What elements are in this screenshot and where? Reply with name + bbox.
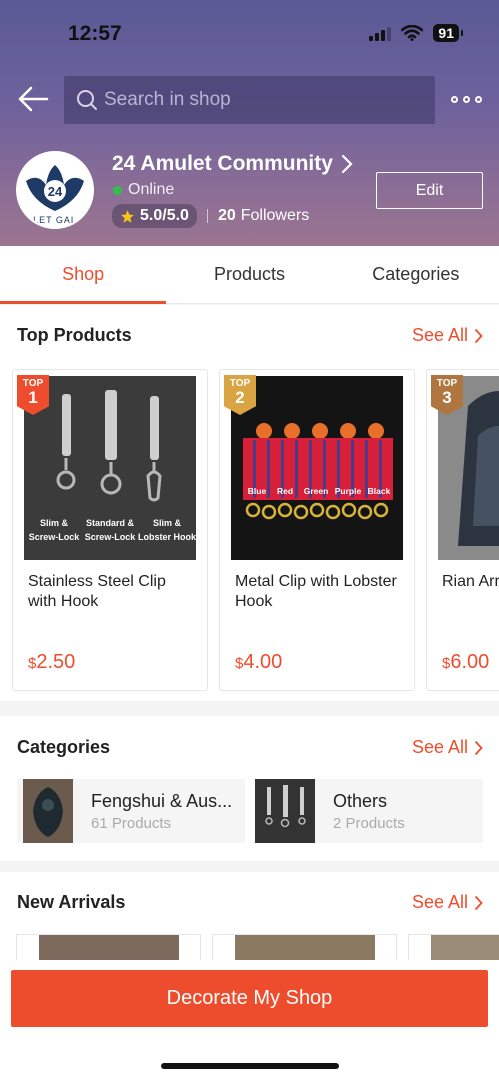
category-item[interactable]: Fengshui & Aus... 61 Products [17,779,245,843]
shop-tabs: Shop Products Categories [0,246,499,304]
category-count: 2 Products [333,814,405,832]
product-name: Metal Clip with Lobster Hook [235,573,397,610]
tab-products[interactable]: Products [166,246,332,303]
product-price: $6.00 [442,651,489,674]
shop-logo-graphic: 24 LET GAL [18,153,92,227]
shop-name-text: 24 Amulet Community [112,152,333,175]
home-indicator [161,1063,339,1069]
svg-text:Red: Red [277,486,293,496]
signal-icon [369,25,392,41]
product-name: Stainless Steel Clip with Hook [28,573,166,610]
top-products-section: Top Products See All TOP 1 Slim & Screw-… [0,305,499,701]
search-icon [77,90,97,110]
price-value: 4.00 [243,651,283,673]
online-dot-icon [113,185,122,195]
see-all-link[interactable]: See All [412,892,483,913]
product-price: $2.50 [28,651,75,674]
svg-text:Slim &: Slim & [153,518,182,528]
wifi-icon [401,25,424,41]
category-item[interactable]: Others 2 Products [255,779,483,843]
section-title: Top Products [17,325,132,345]
rating-value: 5.0/5.0 [140,207,189,224]
categories-list: Fengshui & Aus... 61 Products Others 2 P… [17,779,483,843]
divider [206,209,208,223]
online-status: Online [113,181,174,199]
shop-stats: 5.0/5.0 20 Followers [112,204,309,228]
svg-text:Slim &: Slim & [40,518,69,528]
new-arrivals-section: New Arrivals See All [0,872,499,994]
product-card[interactable]: TOP 2 Blue Red Green Purple Black Metal … [219,369,415,691]
rank-badge-label: TOP [436,378,458,389]
tab-categories[interactable]: Categories [333,246,499,303]
shop-logo[interactable]: 24 LET GAL [16,151,94,229]
status-icons: 91 [369,24,463,42]
rank-badge-label: TOP [22,378,44,389]
back-arrow-icon [18,86,49,112]
section-title: New Arrivals [17,892,126,912]
svg-text:Screw-Lock: Screw-Lock [29,532,81,542]
svg-text:Standard &: Standard & [86,518,135,528]
chevron-right-icon [474,740,483,755]
category-count: 61 Products [91,814,172,832]
category-name: Others [333,790,388,811]
shop-page: 12:57 91 Search in shop 24 LET GAL 24 Am… [0,0,499,1080]
product-image: Slim & Screw-Lock Standard & Screw-Lock Sl… [24,376,196,560]
tab-shop[interactable]: Shop [0,246,167,304]
see-all-link[interactable]: See All [412,737,483,758]
product-card[interactable]: TOP 3 Rian Arr BE2563 $6.00 [426,369,499,691]
price-value: 6.00 [450,651,490,673]
decorate-my-shop-button[interactable]: Decorate My Shop [11,970,488,1027]
rank-badge-label: TOP [229,378,251,389]
product-name: Rian Arr BE2563 [442,573,499,590]
followers: 20 Followers [218,207,309,225]
logo-text: LET GAL [33,215,77,225]
svg-text:Purple: Purple [335,486,362,496]
star-icon [121,209,134,223]
chevron-right-icon [474,895,483,910]
more-options-icon[interactable] [451,96,482,103]
section-title: Categories [17,737,111,757]
see-all-label: See All [411,737,468,757]
top-products-header: Top Products See All [17,325,483,346]
category-image [255,779,315,843]
status-time: 12:57 [68,22,122,45]
online-status-text: Online [128,181,175,198]
price-value: 2.50 [36,651,76,673]
see-all-label: See All [411,892,468,912]
search-input[interactable] [104,89,404,111]
see-all-label: See All [411,325,468,345]
product-image: Blue Red Green Purple Black [231,376,403,560]
product-price: $4.00 [235,651,282,674]
svg-text:Black: Black [368,486,391,496]
rank-number: 2 [235,388,245,407]
search-bar[interactable] [64,76,435,124]
top-products-list: TOP 1 Slim & Screw-Lock Standard & Screw… [12,369,499,691]
battery-indicator: 91 [433,24,463,42]
logo-number: 24 [48,184,63,199]
shop-header: 12:57 91 Search in shop 24 LET GAL 24 Am… [0,0,499,246]
chevron-right-icon [474,328,483,343]
product-card[interactable]: TOP 1 Slim & Screw-Lock Standard & Screw… [12,369,208,691]
categories-section: Categories See All Fengshui & Aus... 61 … [0,716,499,861]
category-image [23,779,73,843]
svg-text:Blue: Blue [248,486,267,496]
category-name: Fengshui & Aus... [91,790,233,811]
new-arrivals-header: New Arrivals See All [17,892,483,913]
categories-header: Categories See All [17,737,483,758]
svg-text:Lobster Hook: Lobster Hook [138,532,196,542]
rank-number: 3 [442,388,452,407]
edit-button[interactable]: Edit [376,172,483,209]
followers-label: Followers [240,207,310,224]
see-all-link[interactable]: See All [412,325,483,346]
svg-text:Green: Green [304,486,329,496]
svg-text:Screw-Lock: Screw-Lock [85,532,137,542]
rank-number: 1 [28,388,38,407]
rating-badge: 5.0/5.0 [112,204,197,228]
followers-count: 20 [217,207,236,224]
chevron-right-icon [341,154,353,174]
shop-name[interactable]: 24 Amulet Community [112,152,353,176]
back-button[interactable] [16,82,50,116]
